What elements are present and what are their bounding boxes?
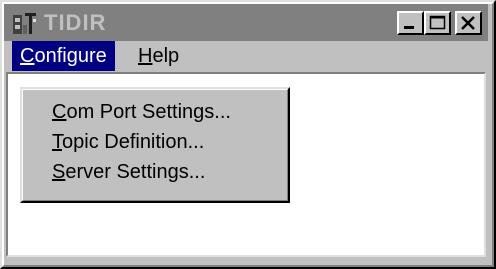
menu-help-accel: H bbox=[138, 45, 153, 67]
server-settings-label: erver Settings... bbox=[65, 161, 206, 183]
menu-item-com-port-settings[interactable]: Com Port Settings... bbox=[52, 99, 231, 125]
server-settings-accel: S bbox=[52, 161, 66, 183]
minimize-button[interactable] bbox=[397, 11, 424, 35]
menu-help-label: elp bbox=[152, 45, 180, 67]
menu-bar: Configure Help bbox=[4, 41, 488, 71]
tidir-app-icon[interactable] bbox=[11, 11, 38, 36]
close-icon bbox=[461, 16, 475, 30]
window-title: TIDIR bbox=[44, 10, 107, 35]
menu-item-server-settings[interactable]: Server Settings... bbox=[52, 159, 205, 185]
topic-definition-accel: T bbox=[52, 131, 62, 153]
menu-configure-label: onfigure bbox=[34, 45, 107, 67]
topic-definition-label: opic Definition... bbox=[62, 131, 205, 153]
configure-dropdown-menu: Com Port Settings... Topic Definition...… bbox=[20, 87, 290, 203]
menu-item-topic-definition[interactable]: Topic Definition... bbox=[52, 129, 204, 155]
maximize-icon bbox=[429, 15, 446, 30]
com-port-accel: C bbox=[52, 101, 67, 123]
close-button[interactable] bbox=[455, 11, 482, 35]
maximize-button[interactable] bbox=[424, 11, 451, 35]
menu-configure[interactable]: Configure bbox=[12, 41, 115, 71]
menu-help[interactable]: Help bbox=[130, 41, 187, 71]
minimize-icon bbox=[404, 26, 414, 29]
com-port-label: om Port Settings... bbox=[66, 101, 231, 123]
title-bar[interactable]: TIDIR bbox=[4, 4, 488, 41]
menu-configure-accel: C bbox=[20, 45, 35, 67]
